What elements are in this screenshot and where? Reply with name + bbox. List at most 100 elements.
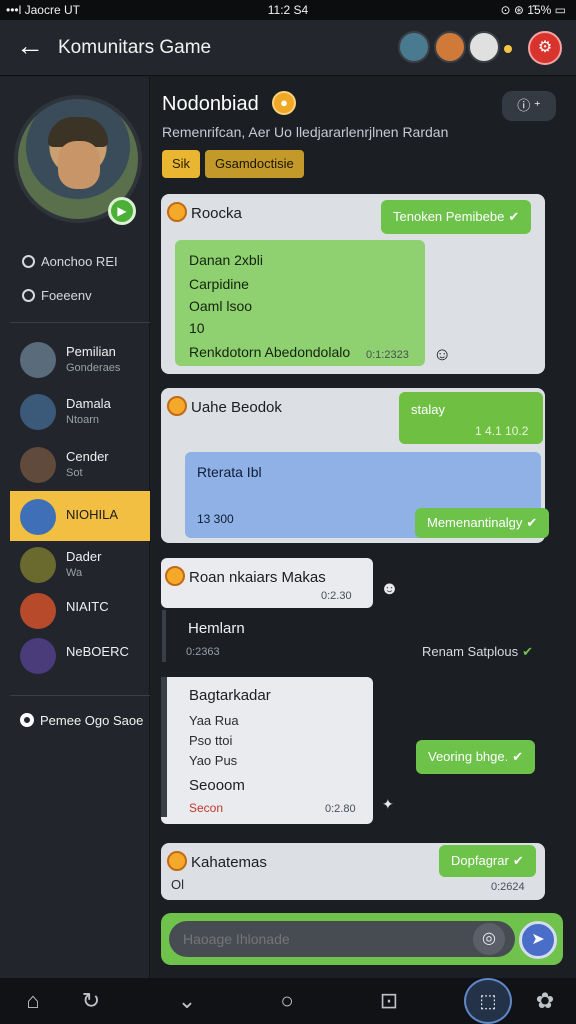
- message-line: Ol: [171, 877, 184, 892]
- message-line: Pso ttoi: [189, 733, 233, 748]
- app-bar: ← Komunitars Game ⚙: [0, 20, 576, 76]
- message-author: Roan nkaiars Makas: [189, 569, 326, 586]
- avatar[interactable]: [468, 31, 500, 63]
- member-name: Cender: [66, 449, 109, 464]
- message-card: Roocka Tenoken Pemibebe ✔ Danan 2xbli Car…: [161, 194, 545, 374]
- message-bubble: Danan 2xbli Carpidine Oaml lsoo 10 Renkd…: [175, 240, 425, 366]
- sent-status: Renam Satplous ✔: [422, 644, 533, 660]
- avatar: [20, 447, 56, 483]
- profile-avatar[interactable]: ▶: [14, 95, 142, 225]
- sent-label: Renam Satplous: [422, 644, 519, 659]
- message-card: Bagtarkadar Yaa Rua Pso ttoi Yao Pus Seo…: [161, 677, 373, 824]
- member-status: Wa: [66, 567, 83, 579]
- reaction-emoji-icon[interactable]: ✦: [382, 796, 394, 813]
- message-author: Uahe Beodok: [191, 399, 282, 416]
- info-button[interactable]: ⓘ ⁺: [502, 91, 556, 121]
- message-card: Uahe Beodok stalay 1 4.1 10.2 Rterata Ib…: [161, 388, 550, 543]
- message-line: Secon: [189, 801, 224, 815]
- notification-dot: [504, 45, 512, 53]
- message-author: Bagtarkadar: [189, 687, 271, 704]
- tag-chip[interactable]: Sik: [162, 150, 201, 178]
- reply-chip[interactable]: Memenantinalgy ✔: [415, 508, 550, 538]
- share-icon[interactable]: ↻: [74, 986, 108, 1016]
- member-item[interactable]: NeBOERC: [10, 630, 150, 680]
- thread-line: [161, 677, 167, 817]
- coin-icon: ●: [272, 91, 296, 115]
- message-header: Uahe Beodok: [167, 396, 282, 416]
- group-title: Nodonbiad: [162, 93, 259, 115]
- divider: [10, 322, 150, 323]
- store-icon[interactable]: ⬚: [464, 978, 512, 1024]
- message-line: Renkdotorn Abedondolalo: [189, 344, 351, 360]
- radio-icon[interactable]: [22, 255, 35, 268]
- chip-label: Tenoken Pemibebe: [393, 209, 505, 224]
- reply-chip[interactable]: Tenoken Pemibebe ✔: [381, 200, 532, 234]
- message-line: Yaa Rua: [189, 713, 239, 728]
- message-thread: Hemlarn 0:2363: [162, 610, 372, 662]
- chevron-down-icon[interactable]: ⌄: [170, 986, 204, 1016]
- member-name: Dader: [66, 549, 102, 564]
- message-time: 13 300: [197, 512, 234, 526]
- message-time: 0:2624: [491, 881, 525, 893]
- reply-chip[interactable]: Veoring bhge. ✔: [416, 740, 536, 774]
- member-status: Ntoarn: [66, 414, 100, 426]
- online-status-icon: ▶: [108, 197, 136, 225]
- filter-radio[interactable]: Aonchoo REI: [22, 254, 118, 269]
- composer-bar: ◎ ➤: [161, 913, 563, 965]
- send-button[interactable]: ➤: [519, 921, 557, 959]
- check-icon: ✔: [512, 749, 524, 764]
- member-item[interactable]: Dader Wa: [10, 539, 150, 589]
- member-item-active[interactable]: NIOHILA: [10, 491, 150, 541]
- status-icons: ⊙ ⊛ 1̂5% ▭: [500, 3, 566, 17]
- create-group-button[interactable]: Pemee Ogo Saoe: [20, 713, 143, 728]
- member-item[interactable]: NIAITC: [10, 585, 150, 635]
- check-icon: ✔: [508, 209, 520, 224]
- home-icon[interactable]: ⌂: [16, 986, 50, 1016]
- avatar: [20, 593, 56, 629]
- message-author: Kahatemas: [191, 854, 267, 871]
- message-time: 0:2.30: [321, 590, 352, 602]
- settings-icon[interactable]: ⚙: [528, 31, 562, 65]
- status-bar: •••l Jaocre UT 11:2 S4 ⊙ ⊛ 1̂5% ▭: [0, 0, 576, 20]
- tag-chip[interactable]: Gsamdoctisie: [205, 150, 304, 178]
- circle-icon[interactable]: ○: [270, 986, 304, 1016]
- message-card: Kahatemas Ol Dopfagrar ✔ 0:2624: [161, 843, 545, 900]
- member-item[interactable]: Damala Ntoarn: [10, 386, 150, 436]
- app-title: Komunitars Game: [58, 37, 212, 58]
- emoji-icon: [167, 851, 187, 871]
- member-item[interactable]: Cender Sot: [10, 439, 150, 489]
- avatar: [20, 394, 56, 430]
- member-name: Pemilian: [66, 344, 116, 359]
- member-status: Gonderaes: [66, 362, 121, 374]
- back-arrow-icon[interactable]: ←: [14, 30, 46, 62]
- message-line: Yao Pus: [189, 753, 238, 768]
- filter-radio[interactable]: Foeeenv: [22, 288, 92, 303]
- message-input[interactable]: [169, 921, 515, 957]
- radio-icon: [20, 713, 34, 727]
- emoji-icon: [167, 202, 187, 222]
- reply-chip[interactable]: Dopfagrar ✔: [439, 845, 536, 877]
- message-line: Danan 2xbli: [189, 252, 263, 268]
- message-time: 0:2363: [186, 646, 220, 658]
- filter-label: Aonchoo REI: [41, 254, 118, 269]
- sidebar: ▶ Aonchoo REI Foeeenv Pemilian Gonderaes…: [0, 77, 150, 978]
- check-icon: ✔: [526, 515, 538, 530]
- check-icon: ✔: [522, 644, 534, 659]
- emoji-picker-icon[interactable]: ◎: [473, 923, 505, 955]
- message-line: Oaml lsoo: [189, 298, 253, 314]
- puzzle-icon[interactable]: ✿: [528, 986, 562, 1016]
- avatar: [20, 342, 56, 378]
- divider: [10, 695, 150, 696]
- message-card: Roan nkaiars Makas 0:2.30: [161, 558, 373, 608]
- reaction-emoji-icon[interactable]: ☺: [433, 344, 451, 365]
- avatar[interactable]: [434, 31, 466, 63]
- reaction-emoji-icon[interactable]: ☻: [380, 578, 399, 599]
- filter-label: Foeeenv: [41, 288, 92, 303]
- avatar[interactable]: [398, 31, 430, 63]
- message-line: 10: [189, 320, 205, 336]
- member-item[interactable]: Pemilian Gonderaes: [10, 334, 150, 384]
- member-name: NIAITC: [66, 599, 109, 614]
- radio-icon[interactable]: [22, 289, 35, 302]
- message-line: Seooom: [189, 777, 245, 794]
- bookmark-icon[interactable]: ⊡: [372, 986, 406, 1016]
